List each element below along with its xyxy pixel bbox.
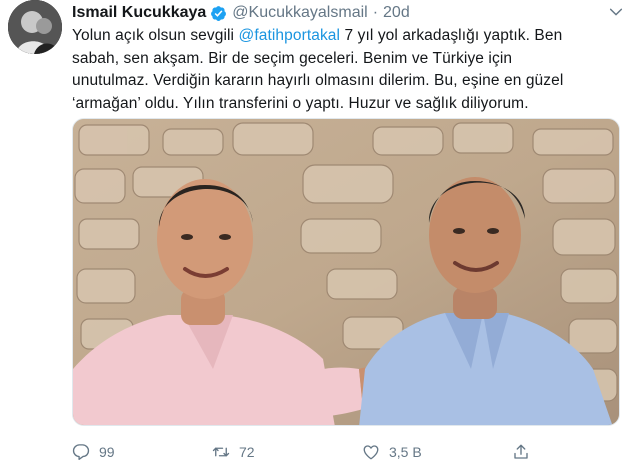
tweet-header: Ismail Kucukkaya @Kucukkayalsmail · 20d [72, 2, 410, 24]
share-icon [514, 444, 528, 459]
tweet-actions: 99 72 3,5 B [72, 440, 552, 464]
retweet-button[interactable]: 72 [212, 440, 255, 464]
tweet-text-line: ‘armağan’ oldu. Yılın transferini o yapt… [72, 94, 529, 112]
retweet-count: 72 [239, 444, 255, 460]
tweet-timestamp[interactable]: 20d [383, 4, 410, 22]
author-handle[interactable]: @Kucukkayalsmail [232, 4, 367, 22]
reply-count: 99 [99, 444, 115, 460]
like-icon [363, 445, 379, 460]
tweet-text-segment: 7 yıl yol arkadaşlığı yaptık. Ben [340, 27, 563, 44]
reply-button[interactable]: 99 [72, 440, 115, 464]
tweet-text-line: sabah, sen akşam. Bir de seçim geceleri.… [72, 49, 513, 67]
share-button[interactable] [512, 440, 539, 464]
reply-icon [72, 444, 90, 461]
tweet-text-line: unutulmaz. Verdiğin kararın hayırlı olma… [72, 72, 564, 89]
tweet-text-segment: Yolun açık olsun sevgili [72, 27, 239, 44]
verified-badge-icon [210, 5, 227, 22]
tweet-text-line: Yolun açık olsun sevgili @fatihportakal … [72, 25, 632, 48]
tweet-text: Yolun açık olsun sevgili @fatihportakal … [72, 25, 632, 115]
mention-link[interactable]: @fatihportakal [239, 27, 341, 44]
author-display-name[interactable]: Ismail Kucukkaya [72, 4, 206, 22]
avatar[interactable] [8, 0, 62, 54]
like-count: 3,5 B [389, 444, 422, 460]
retweet-icon [212, 447, 230, 457]
chevron-down-icon[interactable] [608, 4, 624, 20]
tweet-photo[interactable] [72, 118, 620, 426]
like-button[interactable]: 3,5 B [362, 440, 422, 464]
tweet-card[interactable]: Ismail Kucukkaya @Kucukkayalsmail · 20d … [0, 0, 640, 476]
separator-dot: · [372, 4, 379, 21]
